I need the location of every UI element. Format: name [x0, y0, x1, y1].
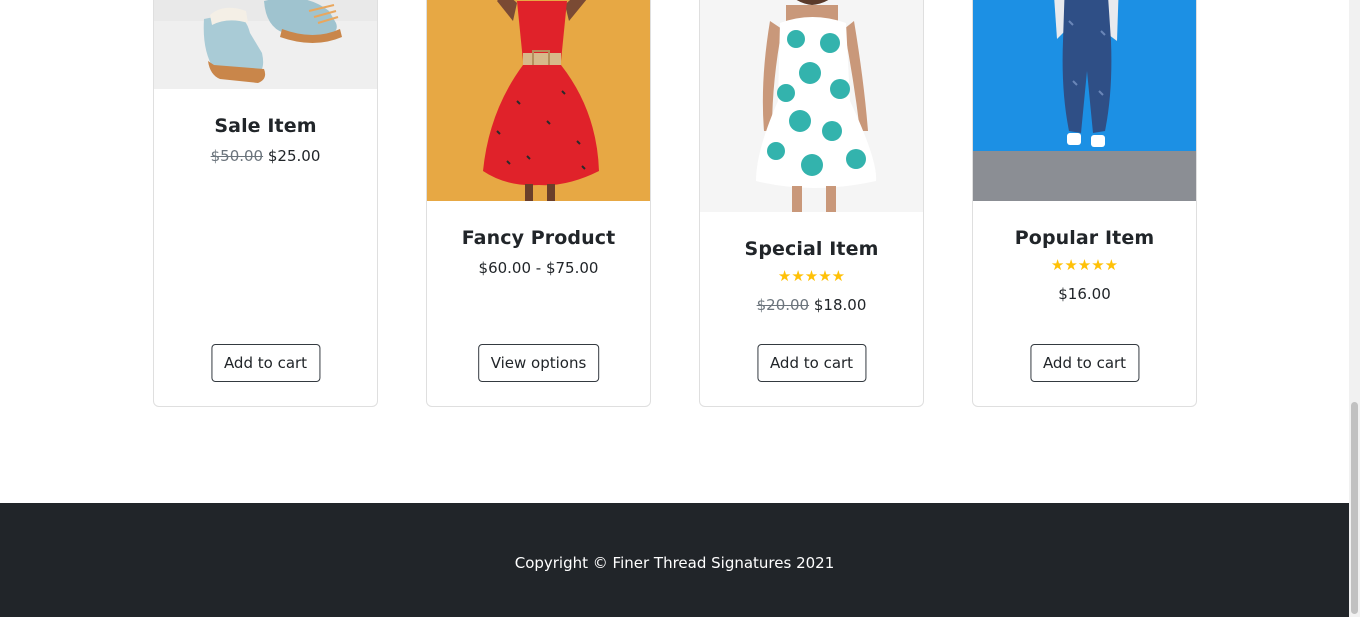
page: Sale Item $50.00 $25.00 Add to cart Fanc…: [0, 0, 1349, 617]
product-image-denim-overalls[interactable]: [973, 0, 1196, 201]
product-image-teal-dress[interactable]: [700, 0, 923, 212]
product-card-body: Popular Item ★★★★★ $16.00: [973, 227, 1196, 303]
view-options-button[interactable]: View options: [477, 344, 600, 382]
star-rating-icon: ★★★★★: [1050, 256, 1119, 274]
site-footer: Copyright © Finer Thread Signatures 2021: [0, 503, 1349, 617]
product-card-body: Special Item ★★★★★ $20.00 $18.00: [700, 238, 923, 314]
product-image-boots[interactable]: [154, 0, 377, 89]
product-card-body: Fancy Product $60.00 - $75.00: [427, 227, 650, 277]
sale-price: $25.00: [267, 147, 321, 165]
sale-price: $18.00: [813, 296, 867, 314]
old-price: $20.00: [756, 296, 810, 314]
product-title: Sale Item: [214, 115, 317, 137]
product-card-sale-item: Sale Item $50.00 $25.00 Add to cart: [153, 0, 378, 407]
add-to-cart-button[interactable]: Add to cart: [210, 344, 321, 382]
product-price-range: $60.00 - $75.00: [478, 259, 599, 277]
product-title: Popular Item: [1014, 227, 1155, 249]
copyright-text: Copyright © Finer Thread Signatures 2021: [514, 554, 835, 572]
scrollbar-thumb[interactable]: [1351, 402, 1358, 614]
product-price: $16.00: [1058, 285, 1111, 303]
boots-photo: [154, 0, 377, 89]
product-price: $20.00 $18.00: [700, 296, 923, 314]
product-card-body: Sale Item $50.00 $25.00: [154, 115, 377, 165]
add-to-cart-button[interactable]: Add to cart: [1029, 344, 1140, 382]
product-card-fancy-product: Fancy Product $60.00 - $75.00 View optio…: [426, 0, 651, 407]
product-title: Fancy Product: [461, 227, 616, 249]
teal-floral-dress-photo: [700, 0, 923, 212]
denim-overalls-photo: [973, 0, 1196, 201]
product-price: $50.00 $25.00: [154, 147, 377, 165]
red-dress-photo: [427, 0, 650, 201]
vertical-scrollbar[interactable]: [1349, 0, 1360, 617]
old-price: $50.00: [210, 147, 264, 165]
star-rating-icon: ★★★★★: [777, 267, 846, 285]
product-image-red-dress[interactable]: [427, 0, 650, 201]
product-title: Special Item: [744, 238, 879, 260]
add-to-cart-button[interactable]: Add to cart: [756, 344, 867, 382]
product-card-special-item: Special Item ★★★★★ $20.00 $18.00 Add to …: [699, 0, 924, 407]
product-card-popular-item: Popular Item ★★★★★ $16.00 Add to cart: [972, 0, 1197, 407]
